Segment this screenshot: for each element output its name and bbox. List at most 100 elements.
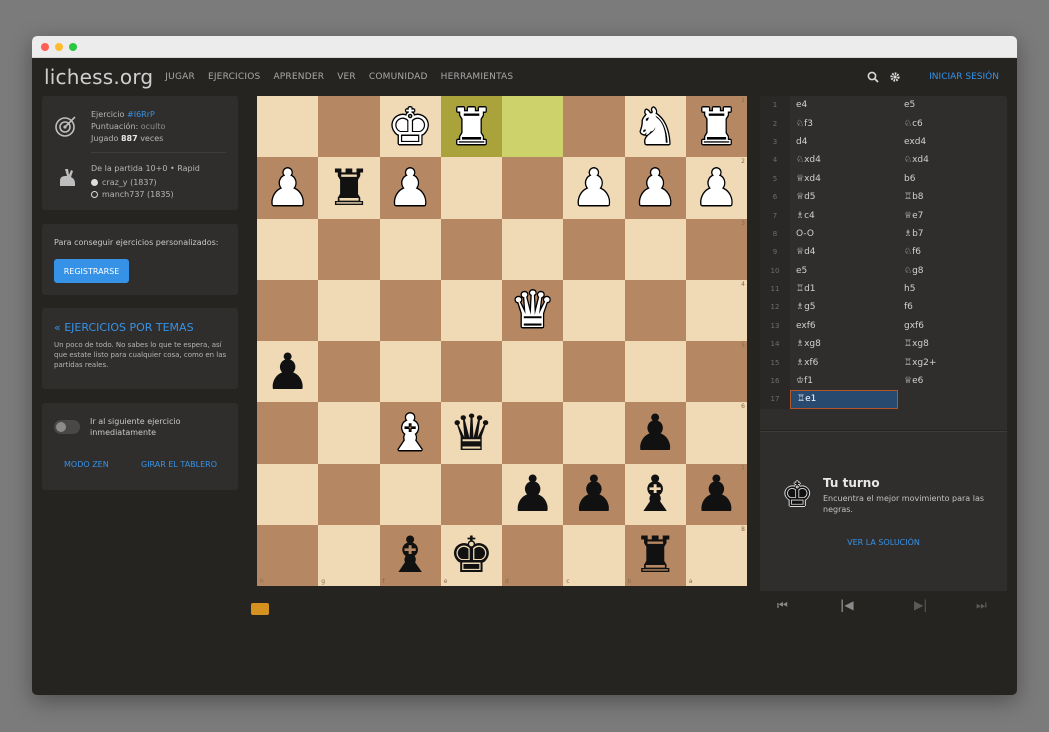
move-white[interactable]: ♕d5	[790, 188, 898, 206]
move-white[interactable]: ♕d4	[790, 243, 898, 261]
board-square[interactable]	[563, 279, 625, 341]
signin-link[interactable]: INICIAR SESIÓN	[929, 72, 999, 82]
board-square[interactable]: ♛	[502, 279, 564, 341]
move-black[interactable]: exd4	[898, 133, 1006, 151]
move-black[interactable]: gxf6	[898, 317, 1006, 335]
board-square[interactable]: ♟ 7	[685, 463, 747, 525]
board-square[interactable]: ♜ 1	[685, 96, 747, 158]
nav-item-comunidad[interactable]: COMUNIDAD	[369, 72, 428, 82]
move-white[interactable]: ♗xf6	[790, 353, 898, 371]
themes-link[interactable]: « EJERCICIOS POR TEMAS	[54, 321, 194, 334]
move-white[interactable]: ♗g5	[790, 298, 898, 316]
chess-piece[interactable]: ♟	[694, 163, 739, 213]
board-square[interactable]	[440, 279, 502, 341]
site-logo[interactable]: lichess.org	[44, 65, 153, 89]
previous-move-icon[interactable]: |◀	[840, 598, 854, 612]
board-square[interactable]: 5	[685, 341, 747, 403]
board-square[interactable]: ♟	[624, 402, 686, 464]
move-white[interactable]: ♔f1	[790, 372, 898, 390]
chess-board[interactable]: ♚ ♜ ♞ ♜ 1 ♟ ♜ ♟ ♟ ♟ ♟ 2 3 ♛ 4 ♟ 5 ♝ ♛ ♟ 6 ♟ ♟ ♝ ♟ 7 h g ♝ f ♚ e d c ♜ b 8 a	[257, 96, 747, 586]
nav-item-jugar[interactable]: JUGAR	[165, 72, 195, 82]
chess-piece[interactable]: ♚	[449, 530, 494, 580]
move-black[interactable]: ♖xg8	[898, 335, 1006, 353]
board-square[interactable]	[502, 157, 564, 219]
board-square[interactable]	[440, 218, 502, 280]
move-white[interactable]: ♗c4	[790, 206, 898, 224]
move-black[interactable]: ♖b8	[898, 188, 1006, 206]
board-square[interactable]: d	[502, 524, 564, 586]
board-square[interactable]: ♝ f	[379, 524, 441, 586]
chess-piece[interactable]: ♜	[633, 530, 678, 580]
board-square[interactable]: ♟	[257, 157, 319, 219]
board-square[interactable]	[318, 96, 380, 158]
move-white[interactable]: e5	[790, 262, 898, 280]
move-white[interactable]: ♖d1	[790, 280, 898, 298]
board-square[interactable]: ♞	[624, 96, 686, 158]
move-black[interactable]: ♘xd4	[898, 151, 1006, 169]
minimize-window-icon[interactable]	[55, 42, 63, 51]
board-square[interactable]: ♝	[379, 402, 441, 464]
chess-piece[interactable]: ♟	[633, 408, 678, 458]
move-white[interactable]: ♖e1	[790, 390, 898, 409]
board-square[interactable]: ♜	[318, 157, 380, 219]
move-black[interactable]: e5	[898, 96, 1006, 114]
move-black[interactable]: h5	[898, 280, 1006, 298]
move-white[interactable]: exf6	[790, 317, 898, 335]
move-black[interactable]: ♕e7	[898, 206, 1006, 224]
board-square[interactable]	[379, 218, 441, 280]
nav-item-aprender[interactable]: APRENDER	[273, 72, 324, 82]
board-square[interactable]	[563, 402, 625, 464]
chess-piece[interactable]: ♟	[571, 163, 616, 213]
chess-piece[interactable]: ♝	[633, 469, 678, 519]
chess-piece[interactable]: ♛	[510, 285, 555, 335]
player-white-link[interactable]: craz_y (1837)	[102, 177, 157, 188]
nav-item-herramientas[interactable]: HERRAMIENTAS	[441, 72, 514, 82]
board-square[interactable]	[440, 341, 502, 403]
board-square[interactable]	[563, 341, 625, 403]
move-white[interactable]: ♗xg8	[790, 335, 898, 353]
board-square[interactable]	[318, 279, 380, 341]
flip-board-link[interactable]: GIRAR EL TABLERO	[141, 460, 217, 469]
board-square[interactable]: ♚	[379, 96, 441, 158]
board-square[interactable]: 6	[685, 402, 747, 464]
board-square[interactable]: ♝	[624, 463, 686, 525]
chess-piece[interactable]: ♟	[510, 469, 555, 519]
nav-item-ver[interactable]: VER	[337, 72, 356, 82]
board-square[interactable]	[379, 279, 441, 341]
board-square[interactable]: ♜	[440, 96, 502, 158]
board-square[interactable]: 8a	[685, 524, 747, 586]
first-move-icon[interactable]: ⏮	[777, 598, 788, 613]
move-white[interactable]: ♘xd4	[790, 151, 898, 169]
board-square[interactable]	[624, 341, 686, 403]
move-white[interactable]: O-O	[790, 225, 898, 243]
last-move-icon[interactable]: ⏭	[976, 598, 987, 613]
board-square[interactable]	[257, 463, 319, 525]
chess-piece[interactable]: ♝	[388, 530, 433, 580]
move-white[interactable]: d4	[790, 133, 898, 151]
board-square[interactable]	[502, 218, 564, 280]
puzzle-id-link[interactable]: #I6RrP	[127, 110, 155, 119]
move-white[interactable]: ♕xd4	[790, 170, 898, 188]
next-puzzle-toggle[interactable]	[54, 420, 80, 434]
board-square[interactable]: ♜ b	[624, 524, 686, 586]
board-square[interactable]: ♟	[563, 463, 625, 525]
board-square[interactable]	[502, 402, 564, 464]
board-square[interactable]	[318, 463, 380, 525]
chess-piece[interactable]: ♟	[633, 163, 678, 213]
search-icon[interactable]	[867, 71, 879, 83]
chess-piece[interactable]: ♜	[449, 102, 494, 152]
board-square[interactable]: c	[563, 524, 625, 586]
player-black-link[interactable]: manch737 (1835)	[102, 189, 174, 200]
board-square[interactable]	[318, 341, 380, 403]
chess-piece[interactable]: ♝	[388, 408, 433, 458]
nav-item-ejercicios[interactable]: EJERCICIOS	[208, 72, 261, 82]
maximize-window-icon[interactable]	[69, 42, 77, 51]
board-square[interactable]	[257, 279, 319, 341]
gear-icon[interactable]	[889, 71, 901, 83]
board-square[interactable]: 4	[685, 279, 747, 341]
move-black[interactable]: ♕e6	[898, 372, 1006, 390]
move-black[interactable]: ♗b7	[898, 225, 1006, 243]
chess-piece[interactable]: ♜	[326, 163, 371, 213]
board-square[interactable]: 3	[685, 218, 747, 280]
board-square[interactable]	[502, 96, 564, 158]
